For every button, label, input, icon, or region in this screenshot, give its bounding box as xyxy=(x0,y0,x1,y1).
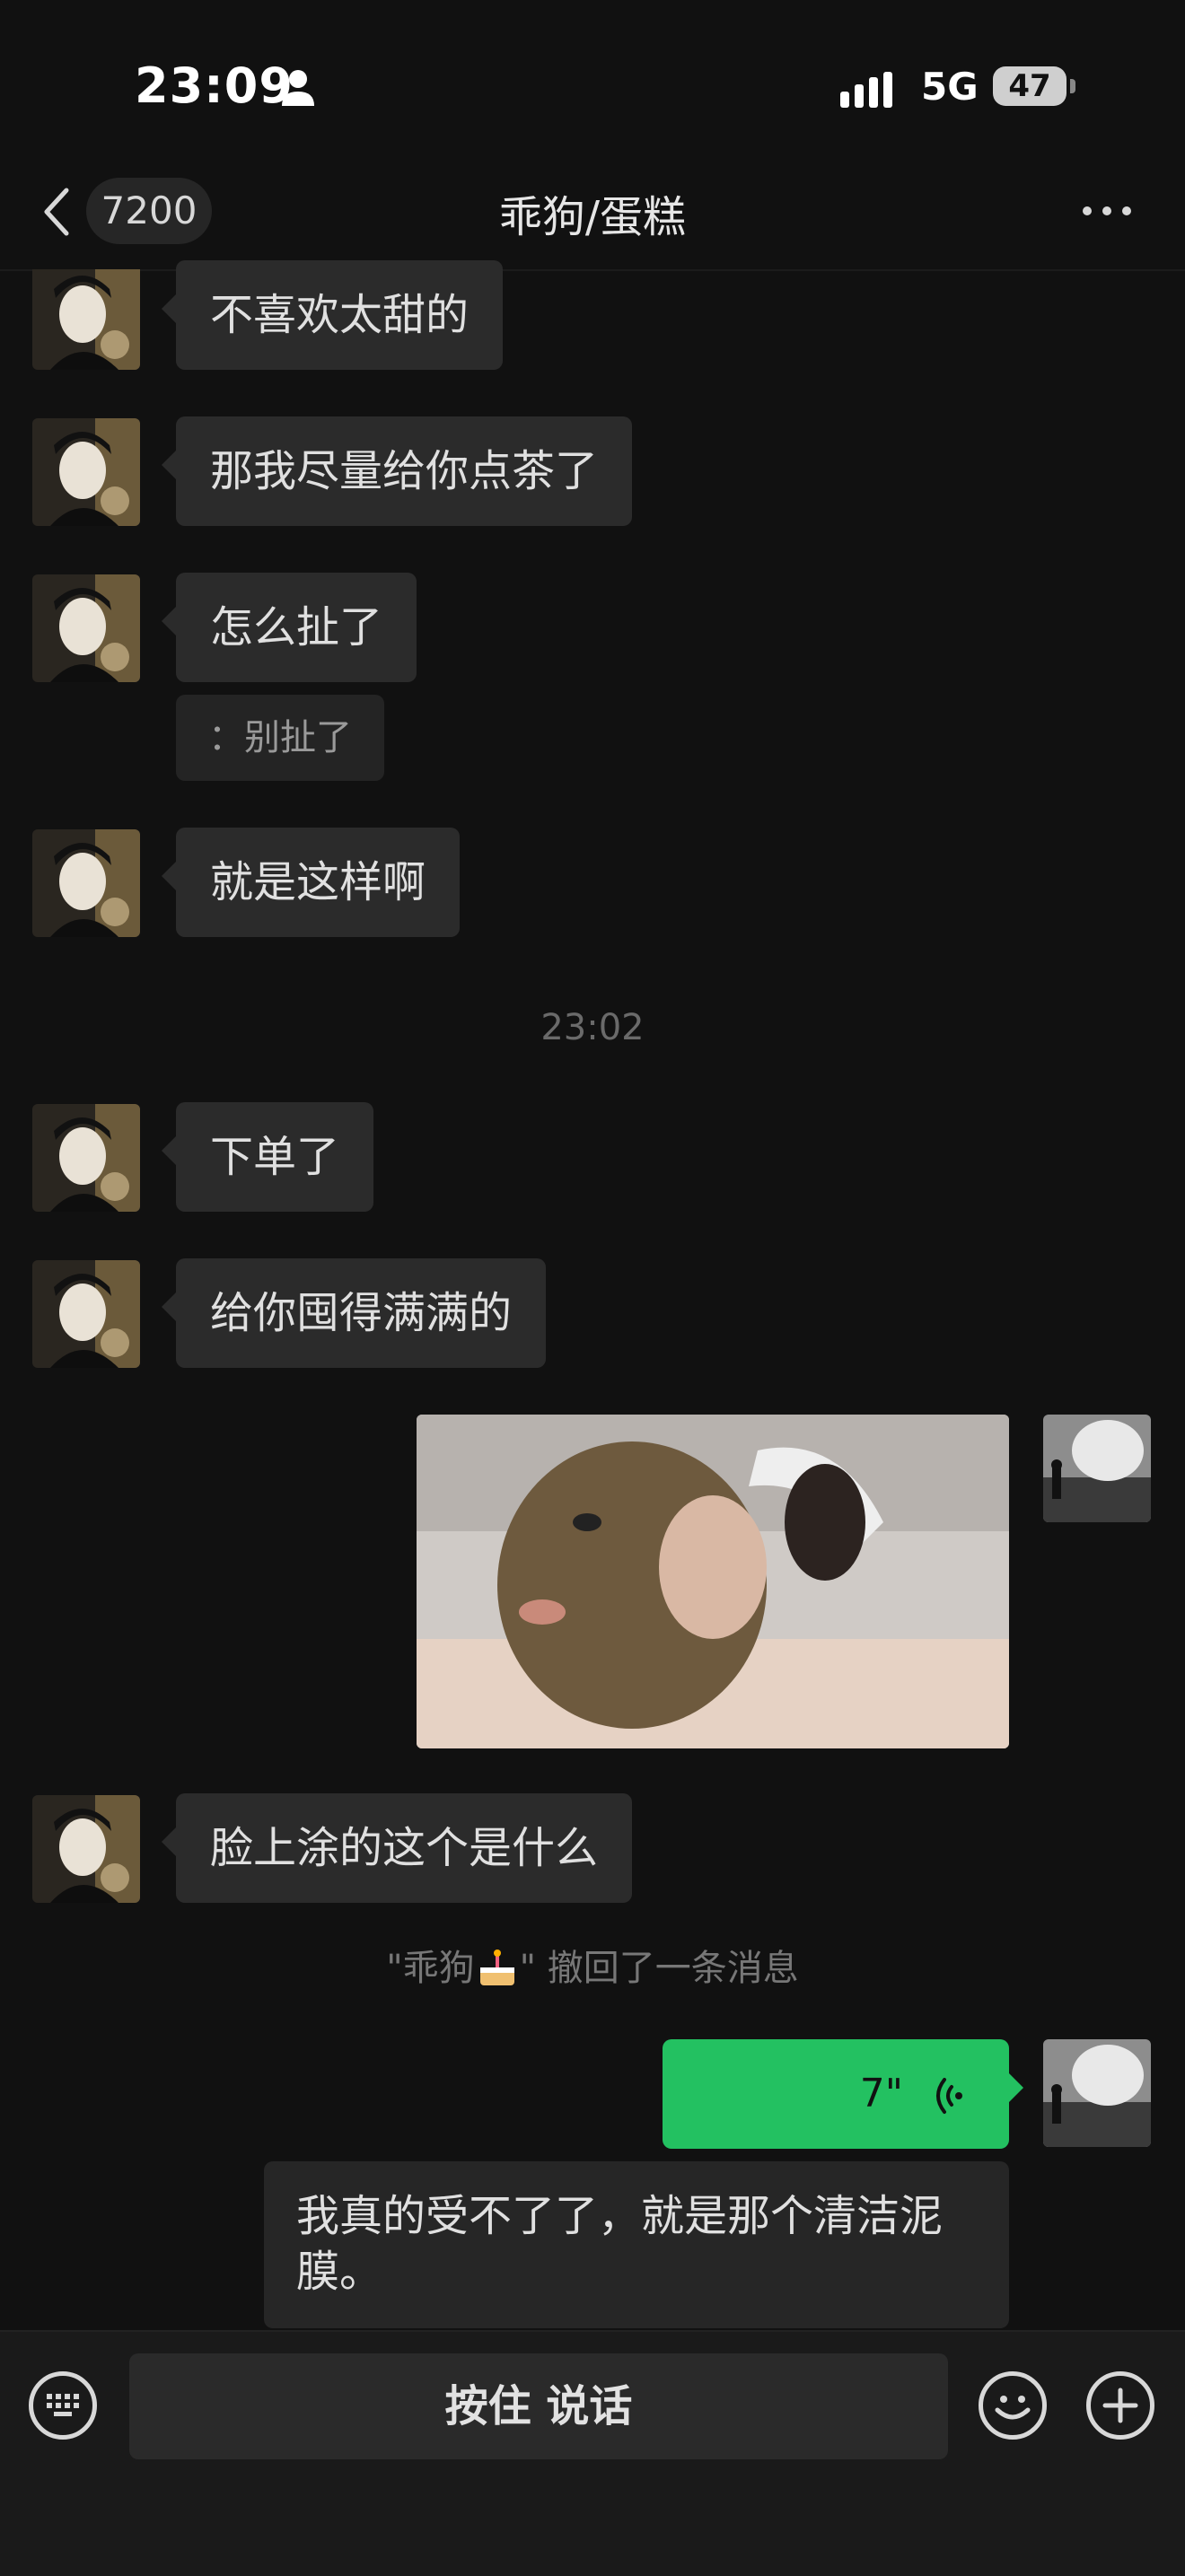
contact-avatar[interactable] xyxy=(32,262,140,370)
contact-avatar[interactable] xyxy=(32,574,140,682)
message-bubble[interactable]: 给你囤得满满的 xyxy=(161,1258,547,1368)
person-icon xyxy=(282,70,314,106)
message-bubble[interactable]: 就是这样啊 xyxy=(161,828,461,937)
voice-wave-icon xyxy=(936,2078,962,2114)
contact-avatar[interactable] xyxy=(32,418,140,526)
message-bubble[interactable]: 下单了 xyxy=(161,1102,374,1212)
keyboard-toggle-icon[interactable] xyxy=(29,2371,97,2440)
voice-transcript-text: 我真的受不了了，就是那个清洁泥膜。 xyxy=(296,2191,944,2297)
battery-level: 47 xyxy=(1008,68,1051,104)
message-bubble[interactable]: 不喜欢太甜的 xyxy=(161,260,504,370)
add-plus-icon[interactable] xyxy=(1086,2371,1154,2440)
recall-notice-prefix: "乖狗 xyxy=(386,1948,475,1989)
cake-emoji-icon xyxy=(479,1950,514,1985)
battery-icon: 47 xyxy=(993,66,1066,106)
contact-avatar[interactable] xyxy=(32,1104,140,1212)
hold-to-talk-button[interactable]: 按住 说话 xyxy=(129,2353,948,2459)
my-avatar[interactable] xyxy=(1043,2039,1151,2147)
message-bubble[interactable]: 脸上涂的这个是什么 xyxy=(161,1793,633,1903)
voice-duration: 7" xyxy=(859,2071,903,2116)
battery-cap xyxy=(1070,79,1075,93)
message-bubble[interactable]: 怎么扯了 xyxy=(161,573,417,682)
voice-message[interactable]: 7" xyxy=(663,2039,1023,2149)
voice-transcript[interactable]: 我真的受不了了，就是那个清洁泥膜。 xyxy=(264,2161,1009,2328)
status-time: 23:09 xyxy=(135,57,294,114)
emoji-icon[interactable] xyxy=(979,2371,1047,2440)
quoted-reply[interactable]: ：别扯了 xyxy=(176,695,384,781)
photo-message[interactable] xyxy=(417,1415,1009,1748)
message-timestamp: 23:02 xyxy=(540,1007,645,1048)
recall-notice-suffix: " 撤回了一条消息 xyxy=(519,1948,799,1989)
chat-title: 乖狗/蛋糕 xyxy=(498,192,687,242)
contact-avatar[interactable] xyxy=(32,1260,140,1368)
contact-avatar[interactable] xyxy=(32,829,140,937)
contact-avatar[interactable] xyxy=(32,1795,140,1903)
message-bubble[interactable]: 那我尽量给你点茶了 xyxy=(161,416,633,526)
recall-notice: "乖狗 " 撤回了一条消息 xyxy=(0,1939,1185,1991)
my-avatar[interactable] xyxy=(1043,1415,1151,1522)
network-type: 5G xyxy=(921,65,979,109)
